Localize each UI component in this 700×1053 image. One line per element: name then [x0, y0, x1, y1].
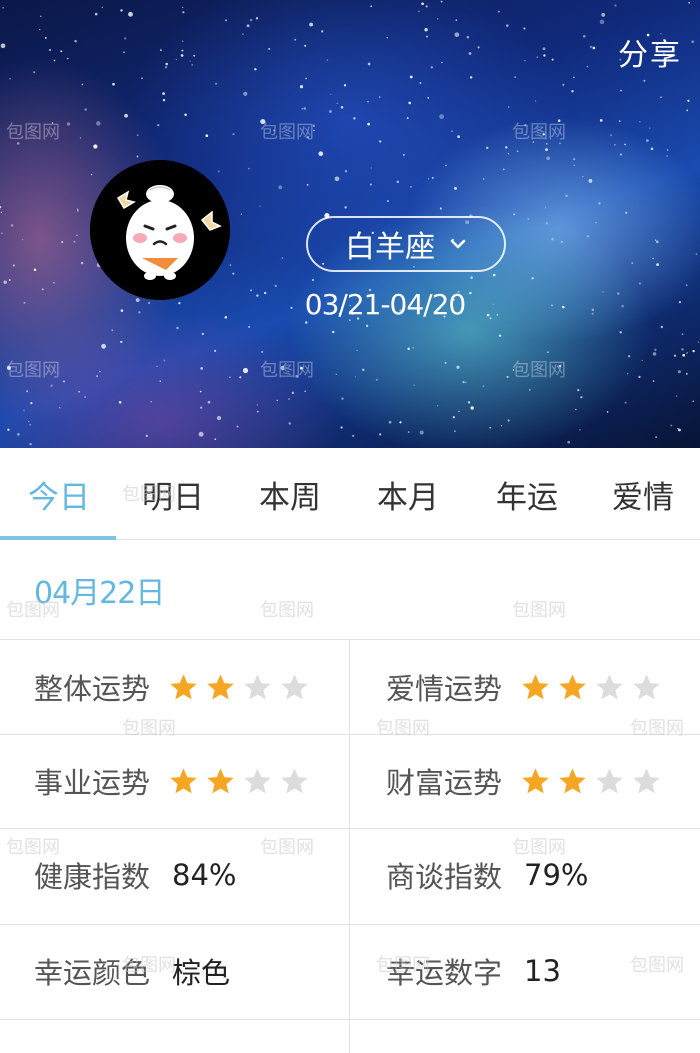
- share-button[interactable]: 分享: [618, 30, 682, 74]
- negotiation-index-label: 商谈指数: [386, 860, 503, 894]
- career-fortune-label: 事业运势: [34, 766, 151, 800]
- star-empty-icon: [633, 673, 660, 699]
- negotiation-index-value: 79%: [524, 858, 589, 892]
- overall-fortune-rating: [168, 672, 310, 703]
- career-fortune-rating: [168, 766, 310, 797]
- star-empty-icon: [244, 767, 271, 793]
- tab-year[interactable]: 年运: [468, 448, 586, 540]
- fortune-date: 04月22日: [34, 576, 165, 611]
- mascot-icon: [90, 160, 230, 300]
- star-filled-icon: [207, 767, 234, 793]
- watermark: 包图网: [260, 600, 314, 621]
- lucky-number-label: 幸运数字: [386, 956, 503, 990]
- star-filled-icon: [559, 767, 586, 793]
- lucky-number: 幸运数字 13: [386, 924, 700, 1018]
- health-index-label: 健康指数: [34, 860, 151, 894]
- star-empty-icon: [596, 767, 623, 793]
- wealth-fortune: 财富运势: [386, 734, 700, 828]
- tab-month[interactable]: 本月: [349, 448, 467, 540]
- lucky-color-label: 幸运颜色: [34, 956, 151, 990]
- overall-fortune: 整体运势: [34, 640, 384, 734]
- health-index-value: 84%: [172, 858, 237, 892]
- star-filled-icon: [170, 767, 197, 793]
- negotiation-index: 商谈指数 79%: [386, 828, 700, 922]
- wealth-fortune-label: 财富运势: [386, 766, 503, 800]
- chevron-down-icon: [450, 239, 466, 249]
- lucky-number-value: 13: [524, 954, 561, 988]
- star-filled-icon: [559, 673, 586, 699]
- lucky-color: 幸运颜色 棕色: [34, 924, 384, 1018]
- header-banner: 分享 白羊座 03/21-04/20 包图网 包图网 包图网 包图网 包图网 包…: [0, 0, 700, 448]
- lucky-color-value: 棕色: [172, 956, 231, 990]
- overall-fortune-label: 整体运势: [34, 672, 151, 706]
- love-fortune-rating: [520, 672, 662, 703]
- career-fortune: 事业运势: [34, 734, 384, 828]
- star-filled-icon: [522, 767, 549, 793]
- active-tab-indicator: [0, 536, 116, 540]
- zodiac-sign-name: 白羊座: [345, 230, 435, 265]
- health-index: 健康指数 84%: [34, 828, 384, 922]
- star-empty-icon: [281, 673, 308, 699]
- divider: [0, 1019, 700, 1020]
- star-filled-icon: [170, 673, 197, 699]
- tab-tomorrow[interactable]: 明日: [114, 448, 232, 540]
- zodiac-sign-selector[interactable]: 白羊座: [306, 216, 506, 272]
- star-empty-icon: [281, 767, 308, 793]
- avatar[interactable]: [90, 160, 230, 300]
- star-empty-icon: [596, 673, 623, 699]
- love-fortune: 爱情运势: [386, 640, 700, 734]
- tab-week[interactable]: 本周: [231, 448, 349, 540]
- watermark: 包图网: [512, 600, 566, 621]
- star-filled-icon: [207, 673, 234, 699]
- wealth-fortune-rating: [520, 766, 662, 797]
- star-empty-icon: [244, 673, 271, 699]
- star-empty-icon: [633, 767, 660, 793]
- love-fortune-label: 爱情运势: [386, 672, 503, 706]
- tab-love[interactable]: 爱情: [584, 448, 700, 540]
- tab-today[interactable]: 今日: [0, 448, 118, 540]
- period-tabs: 今日 明日 本周 本月 年运 爱情: [0, 448, 700, 540]
- fortune-grid: 整体运势 爱情运势 事业运势 财富运势 健康指数 84% 商谈指数 79% 幸运…: [0, 640, 700, 1053]
- zodiac-date-range: 03/21-04/20: [304, 288, 467, 321]
- star-filled-icon: [522, 673, 549, 699]
